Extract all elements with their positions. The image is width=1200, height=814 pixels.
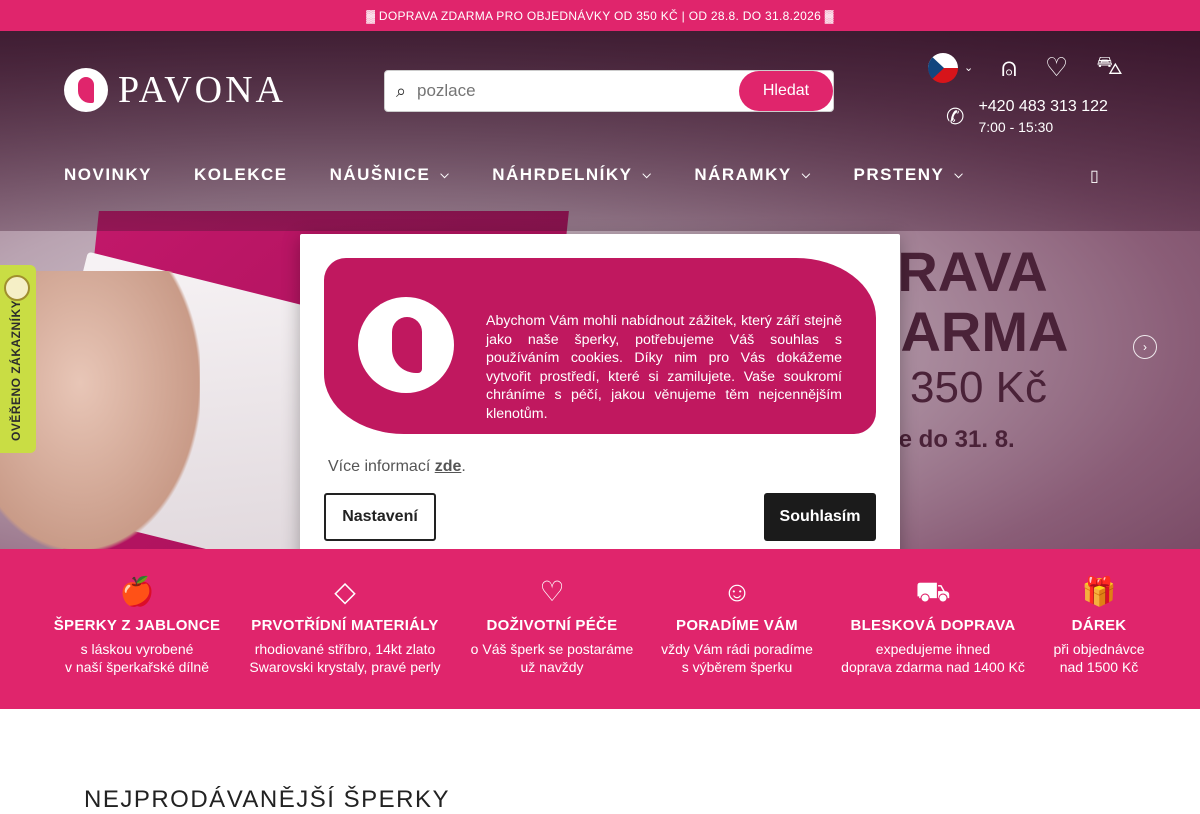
- user-icon[interactable]: ⍝: [1001, 52, 1017, 84]
- features-strip: 🍎 ŠPERKY Z JABLONCE s láskou vyrobené v …: [0, 549, 1200, 709]
- peacock-logo-icon: [64, 68, 108, 112]
- more-info-link[interactable]: zde: [435, 458, 462, 475]
- promo-topbar-text: ▓ DOPRAVA ZDARMA PRO OBJEDNÁVKY OD 350 K…: [366, 8, 834, 23]
- promo-line-3: 350 Kč: [910, 363, 1047, 412]
- chevron-down-icon: ⌵: [954, 168, 965, 181]
- nav-item-novinky[interactable]: NOVINKY: [64, 165, 152, 185]
- feature-item: ⛟ BLESKOVÁ DOPRAVA expedujeme ihned dopr…: [841, 576, 1025, 675]
- cookie-accept-button[interactable]: Souhlasím: [764, 493, 876, 541]
- chevron-down-icon[interactable]: ⌄: [964, 61, 973, 74]
- cookie-settings-button[interactable]: Nastavení: [324, 493, 436, 541]
- feature-item: ◇ PRVOTŘÍDNÍ MATERIÁLY rhodiované stříbr…: [249, 576, 441, 675]
- search-icon: ⌕: [395, 80, 407, 101]
- search-input[interactable]: [417, 81, 737, 101]
- phone-hours: 7:00 - 15:30: [978, 119, 1054, 135]
- seal-icon: [4, 275, 30, 301]
- feature-item: 🍎 ŠPERKY Z JABLONCE s láskou vyrobené v …: [53, 576, 221, 675]
- header-icons: ⌄ ⍝ ♡ ⛍: [928, 50, 1123, 85]
- badge-text: OVĚŘENO ZÁKAZNÍKY: [9, 299, 23, 441]
- site-logo[interactable]: PAVONA: [64, 68, 286, 112]
- bag-icon[interactable]: ⛍: [1096, 50, 1123, 85]
- cookie-consent-modal: Abychom Vám mohli nabídnout zážitek, kte…: [300, 234, 900, 566]
- chevron-down-icon: ⌵: [642, 168, 653, 181]
- chevron-down-icon: ⌵: [440, 168, 451, 181]
- nav-item-prsteny[interactable]: PRSTENY ⌵: [854, 165, 965, 185]
- truck-icon: ⛟: [915, 576, 951, 607]
- cookie-text: Abychom Vám mohli nabídnout zážitek, kte…: [486, 313, 842, 422]
- nav-item-nahrdelniky[interactable]: NÁHRDELNÍKY ⌵: [492, 165, 652, 185]
- more-info: Více informací zde.: [328, 458, 466, 475]
- advisors-icon: ☺: [722, 576, 752, 607]
- search-bar: ⌕ Hledat: [384, 70, 834, 112]
- hand-heart-icon: ♡: [539, 576, 565, 607]
- slider-next-icon[interactable]: ›: [1133, 335, 1157, 359]
- apple-icon: 🍎: [119, 576, 155, 607]
- search-button[interactable]: Hledat: [739, 71, 833, 111]
- phone-icon: ✆: [946, 103, 965, 129]
- feature-item: 🎁 DÁREK při objednávce nad 1500 Kč: [1053, 576, 1145, 675]
- nav-item-kolekce[interactable]: KOLEKCE: [194, 165, 288, 185]
- diamond-icon: ◇: [334, 576, 356, 607]
- main-nav: NOVINKY KOLEKCE NÁUŠNICE ⌵ NÁHRDELNÍKY ⌵ N…: [64, 165, 1006, 185]
- verified-customers-badge[interactable]: OVĚŘENO ZÁKAZNÍKY: [0, 265, 36, 453]
- nav-item-nausnice[interactable]: NÁUŠNICE ⌵: [330, 165, 451, 185]
- promo-topbar[interactable]: ▓ DOPRAVA ZDARMA PRO OBJEDNÁVKY OD 350 K…: [0, 0, 1200, 31]
- bestsellers-title: NEJPRODÁVANĚJŠÍ ŠPERKY: [84, 786, 450, 813]
- nav-more-icon[interactable]: ▯: [1090, 166, 1099, 186]
- feature-item: ♡ DOŽIVOTNÍ PÉČE o Váš šperk se postarám…: [470, 576, 634, 675]
- feature-item: ☺ PORADÍME VÁM vždy Vám rádi poradíme s …: [661, 576, 813, 675]
- flag-cz-icon[interactable]: [928, 52, 958, 83]
- gift-icon: 🎁: [1081, 576, 1117, 607]
- heart-icon[interactable]: ♡: [1045, 52, 1068, 83]
- cookie-banner: Abychom Vám mohli nabídnout zážitek, kte…: [324, 258, 876, 434]
- phone-number[interactable]: +420 483 313 122: [978, 98, 1107, 116]
- phone-contact[interactable]: ✆ +420 483 313 122 7:00 - 15:30: [946, 98, 1108, 135]
- peacock-logo-icon: [358, 297, 454, 393]
- chevron-down-icon: ⌵: [801, 168, 812, 181]
- nav-item-naramky[interactable]: NÁRAMKY ⌵: [694, 165, 811, 185]
- logo-text: PAVONA: [118, 69, 286, 111]
